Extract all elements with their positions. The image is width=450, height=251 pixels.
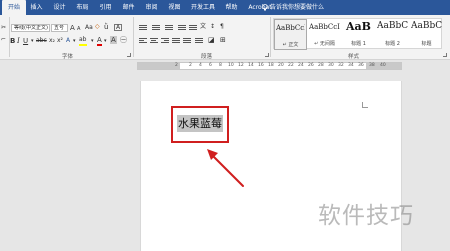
arrow-shaft [212,155,244,187]
watermark: 软件技巧 [318,203,414,229]
word-window: 开始 插入 设计 布局 引用 邮件 审阅 视图 开发工具 帮助 Acrobat … [0,0,450,251]
